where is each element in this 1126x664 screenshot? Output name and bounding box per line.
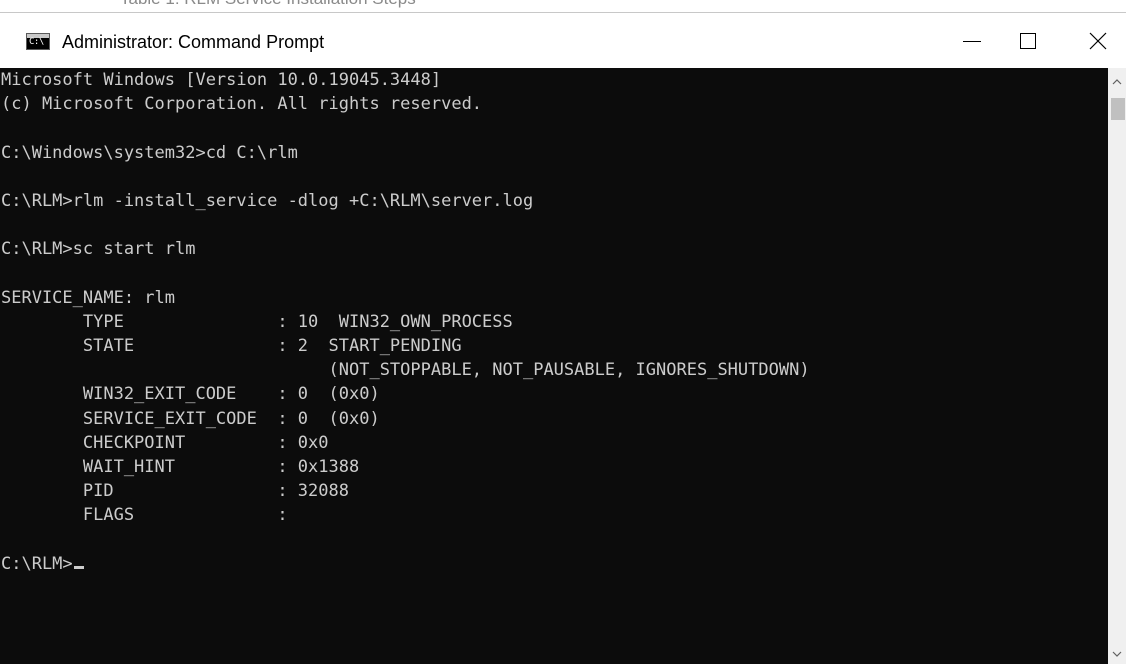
console-line: C:\RLM>sc start rlm bbox=[1, 239, 196, 260]
minimize-icon bbox=[963, 41, 981, 42]
scroll-up-button[interactable] bbox=[1108, 72, 1126, 90]
console-line: (c) Microsoft Corporation. All rights re… bbox=[1, 94, 483, 115]
scroll-down-button[interactable] bbox=[1108, 644, 1126, 662]
console-line: C:\RLM>rlm -install_service -dlog +C:\RL… bbox=[1, 190, 534, 211]
console-line: FLAGS : bbox=[1, 505, 288, 526]
chevron-down-icon bbox=[1112, 644, 1122, 662]
cmd-icon[interactable]: C:\ bbox=[26, 33, 50, 50]
background-window-text: Table 1: RLM Service Installation Steps bbox=[120, 0, 416, 9]
console-line: STATE : 2 START_PENDING bbox=[1, 336, 462, 357]
close-icon bbox=[1089, 32, 1107, 50]
console-text: Microsoft Windows [Version 10.0.19045.34… bbox=[0, 68, 1108, 576]
scrollbar-thumb[interactable] bbox=[1111, 98, 1125, 120]
vertical-scrollbar[interactable] bbox=[1108, 68, 1126, 664]
maximize-icon bbox=[1020, 32, 1036, 49]
console-line: WIN32_EXIT_CODE : 0 (0x0) bbox=[1, 384, 380, 405]
console-line: Microsoft Windows [Version 10.0.19045.34… bbox=[1, 70, 442, 90]
command-prompt-window: Table 1: RLM Service Installation Steps … bbox=[0, 0, 1126, 664]
console-line: SERVICE_EXIT_CODE : 0 (0x0) bbox=[1, 408, 380, 429]
console-output[interactable]: Microsoft Windows [Version 10.0.19045.34… bbox=[0, 68, 1108, 664]
console-prompt-line[interactable]: C:\RLM> bbox=[1, 552, 1108, 576]
console-line: CHECKPOINT : 0x0 bbox=[1, 432, 329, 453]
console-line: PID : 32088 bbox=[1, 481, 349, 502]
minimize-button[interactable] bbox=[944, 13, 1000, 68]
console-line: WAIT_HINT : 0x1388 bbox=[1, 457, 360, 477]
text-cursor bbox=[73, 565, 84, 569]
maximize-button[interactable] bbox=[1000, 13, 1056, 68]
title-bar[interactable]: C:\ Administrator: Command Prompt bbox=[0, 12, 1126, 68]
console-line: (NOT_STOPPABLE, NOT_PAUSABLE, IGNORES_SH… bbox=[1, 360, 810, 381]
cmd-icon-label: C:\ bbox=[29, 37, 44, 47]
console-line: SERVICE_NAME: rlm bbox=[1, 287, 175, 308]
background-window-strip: Table 1: RLM Service Installation Steps bbox=[0, 0, 1126, 12]
window-title: Administrator: Command Prompt bbox=[62, 32, 325, 52]
chevron-up-icon bbox=[1112, 72, 1122, 90]
close-button[interactable] bbox=[1070, 13, 1126, 68]
console-line: TYPE : 10 WIN32_OWN_PROCESS bbox=[1, 311, 513, 332]
console-line: C:\Windows\system32>cd C:\rlm bbox=[1, 142, 298, 163]
console-prompt: C:\RLM> bbox=[1, 553, 73, 574]
